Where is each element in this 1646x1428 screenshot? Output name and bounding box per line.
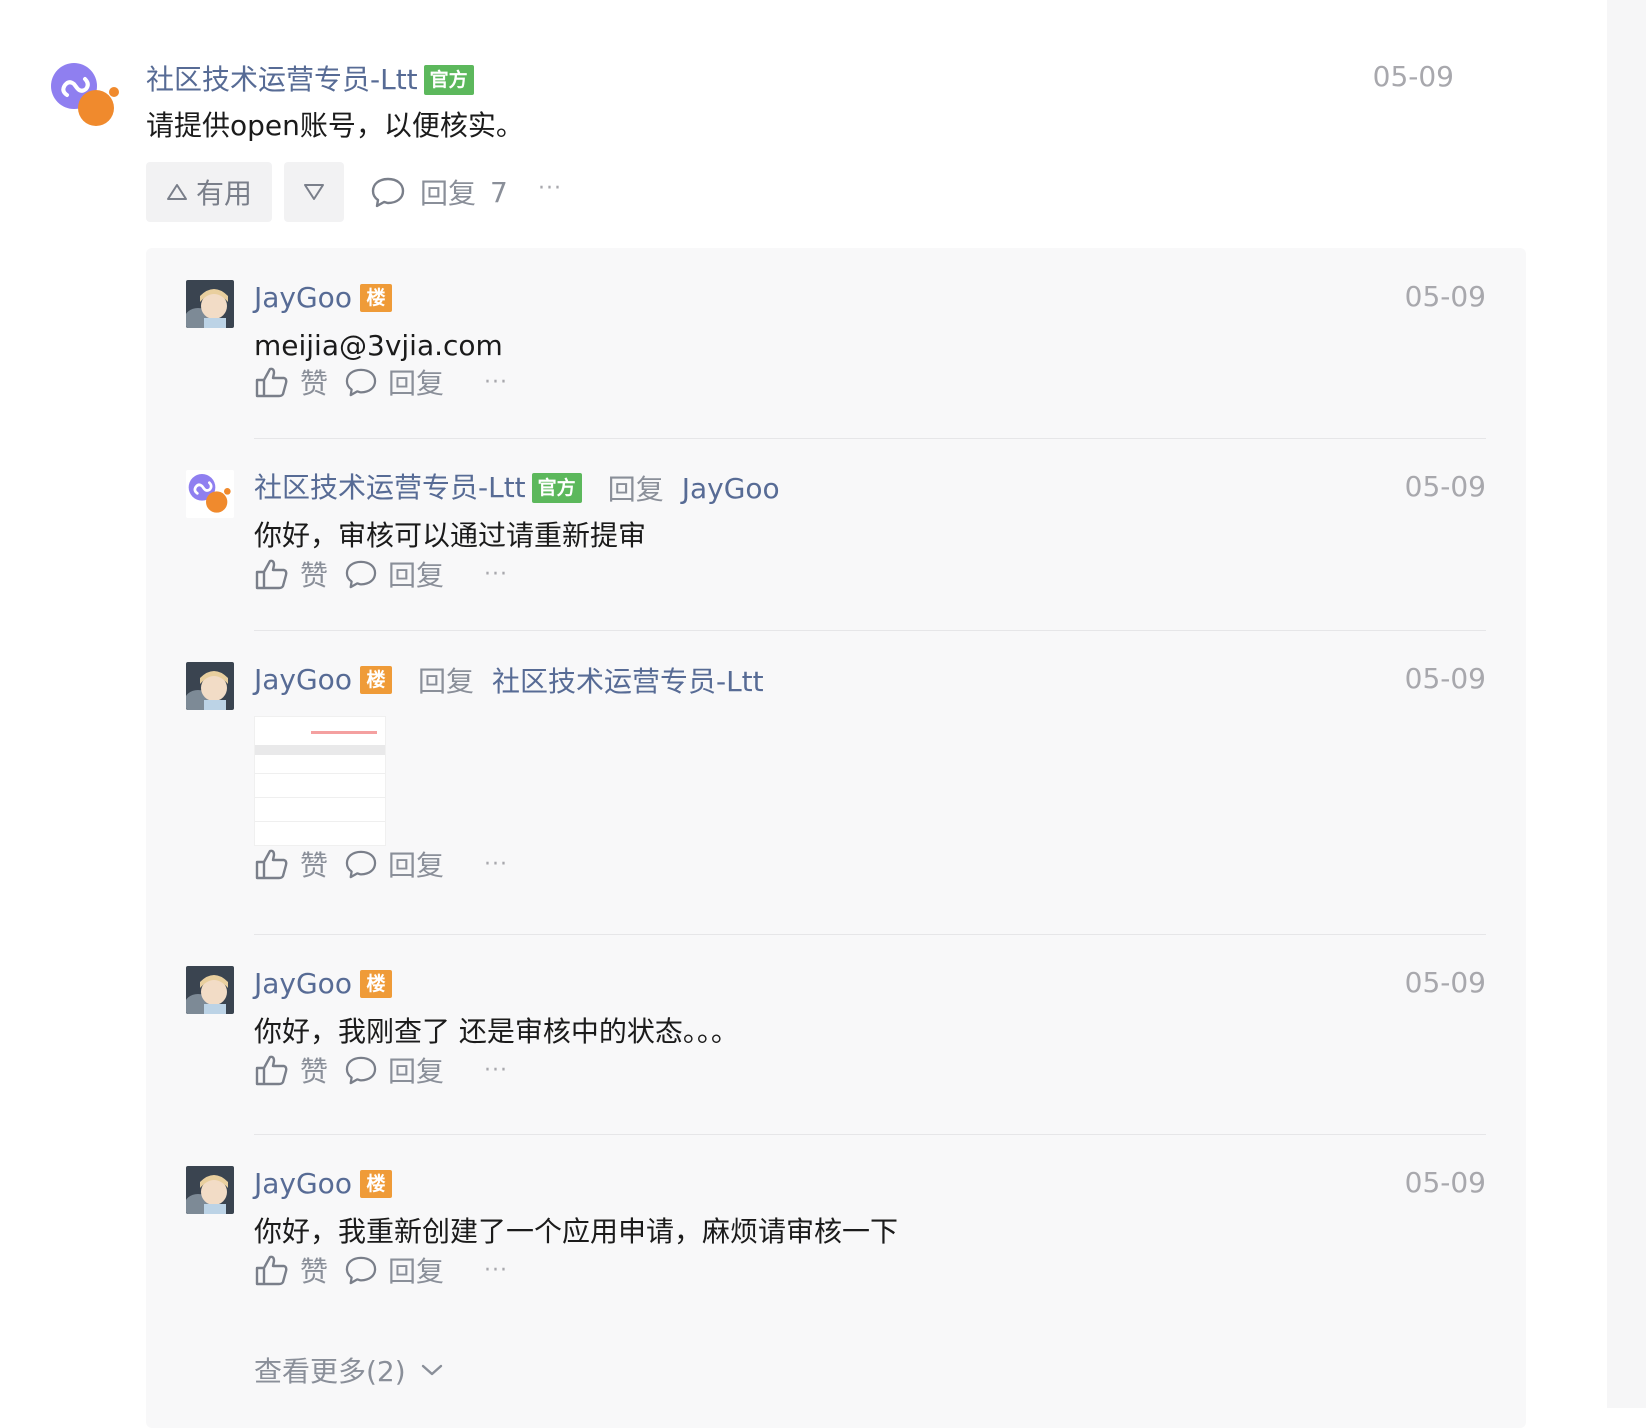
comment-icon	[345, 368, 377, 397]
reply-text: 你好，审核可以通过请重新提审	[254, 519, 647, 552]
reply-label: 回复	[388, 1255, 445, 1288]
reply-text: 你好，我重新创建了一个应用申请，麻烦请审核一下	[254, 1215, 899, 1248]
like-label: 赞	[300, 559, 329, 592]
reply-label: 回复	[388, 367, 445, 400]
divider	[254, 934, 1486, 935]
like-button[interactable]: 赞	[254, 362, 328, 402]
official-avatar[interactable]	[186, 470, 234, 518]
user-avatar[interactable]	[186, 966, 234, 1014]
more-icon[interactable]: ···	[484, 1058, 508, 1083]
divider	[254, 438, 1486, 439]
official-avatar[interactable]	[50, 62, 122, 130]
divider	[254, 630, 1486, 631]
reply-author-row: JayGoo 楼	[254, 278, 392, 318]
author-name[interactable]: JayGoo	[254, 280, 352, 316]
reply-label: 回复	[388, 559, 445, 592]
reply-text: 你好，我刚查了 还是审核中的状态。。。	[254, 1015, 739, 1048]
reply-date: 05-09	[1404, 662, 1486, 695]
floor-badge: 楼	[359, 1170, 392, 1198]
see-more-button[interactable]: 查看更多(2)	[254, 1350, 444, 1390]
comment-date: 05-09	[1372, 60, 1454, 93]
like-label: 赞	[300, 1055, 329, 1088]
screenshot-thumbnail[interactable]	[254, 716, 386, 846]
user-avatar[interactable]	[186, 280, 234, 328]
reply-actions: 赞 回复 ···	[254, 1050, 508, 1090]
reply-count-button[interactable]: 回复 7	[370, 170, 508, 214]
not-useful-button[interactable]	[284, 162, 344, 222]
more-icon[interactable]: ···	[538, 176, 562, 201]
user-avatar[interactable]	[186, 1166, 234, 1214]
reply-author-row: JayGoo 楼 回复 社区技术运营专员-Ltt	[254, 660, 764, 700]
comment-icon	[345, 560, 377, 589]
reply-button[interactable]: 回复	[344, 1250, 444, 1290]
divider	[254, 1134, 1486, 1135]
author-name[interactable]: 社区技术运营专员-Ltt	[254, 470, 526, 506]
reply-button[interactable]: 回复	[344, 1050, 444, 1090]
official-badge: 官方	[531, 473, 582, 503]
more-icon[interactable]: ···	[484, 562, 508, 587]
main-author-row: 社区技术运营专员-Ltt 官方	[146, 62, 474, 98]
comment-icon	[371, 177, 405, 208]
triangle-down-icon	[304, 184, 324, 200]
more-icon[interactable]: ···	[484, 370, 508, 395]
reply-author-row: JayGoo 楼	[254, 964, 392, 1004]
like-button[interactable]: 赞	[254, 844, 328, 884]
author-name[interactable]: 社区技术运营专员-Ltt	[146, 62, 418, 98]
thumbs-up-icon	[255, 849, 288, 880]
reply-actions: 赞 回复 ···	[254, 1250, 508, 1290]
comment-icon	[345, 1056, 377, 1085]
useful-label: 有用	[195, 177, 252, 210]
see-more-label: 查看更多(2)	[254, 1355, 406, 1388]
user-avatar[interactable]	[186, 662, 234, 710]
reply-target[interactable]: 社区技术运营专员-Ltt	[492, 660, 764, 700]
reply-target[interactable]: JayGoo	[682, 472, 780, 505]
thumbs-up-icon	[255, 1255, 288, 1286]
thumbs-up-icon	[255, 1055, 288, 1086]
reply-author-row: 社区技术运营专员-Ltt 官方 回复 JayGoo	[254, 468, 780, 508]
official-badge: 官方	[423, 65, 474, 95]
reply-label: 回复	[420, 177, 477, 210]
comment-icon	[345, 1256, 377, 1285]
floor-badge: 楼	[359, 284, 392, 312]
reply-author-row: JayGoo 楼	[254, 1164, 392, 1204]
reply-word: 回复	[607, 473, 664, 506]
like-label: 赞	[300, 849, 329, 882]
reply-date: 05-09	[1404, 470, 1486, 503]
like-label: 赞	[300, 367, 329, 400]
reply-date: 05-09	[1404, 966, 1486, 999]
reply-label: 回复	[388, 1055, 445, 1088]
reply-actions: 赞 回复 ···	[254, 844, 508, 884]
floor-badge: 楼	[359, 666, 392, 694]
reply-button[interactable]: 回复	[344, 844, 444, 884]
reply-actions: 赞 回复 ···	[254, 362, 508, 402]
floor-badge: 楼	[359, 970, 392, 998]
comment-text: 请提供open账号，以便核实。	[146, 109, 524, 142]
useful-button[interactable]: 有用	[146, 162, 272, 222]
like-button[interactable]: 赞	[254, 554, 328, 594]
reply-button[interactable]: 回复	[344, 362, 444, 402]
author-name[interactable]: JayGoo	[254, 966, 352, 1002]
triangle-up-icon	[166, 184, 187, 200]
more-icon[interactable]: ···	[484, 852, 508, 877]
thumbs-up-icon	[255, 367, 288, 398]
chevron-down-icon	[421, 1364, 442, 1376]
reply-text: meijia@3vjia.com	[254, 329, 503, 362]
replies-panel: JayGoo 楼 05-09 meijia@3vjia.com 赞 回复 ···…	[146, 248, 1526, 1428]
reply-date: 05-09	[1404, 280, 1486, 313]
author-name[interactable]: JayGoo	[254, 662, 352, 698]
reply-word: 回复	[417, 665, 474, 698]
reply-date: 05-09	[1404, 1166, 1486, 1199]
more-icon[interactable]: ···	[484, 1258, 508, 1283]
reply-label: 回复	[388, 849, 445, 882]
right-gutter	[1607, 0, 1646, 1408]
author-name[interactable]: JayGoo	[254, 1166, 352, 1202]
like-button[interactable]: 赞	[254, 1050, 328, 1090]
like-button[interactable]: 赞	[254, 1250, 328, 1290]
thumbs-up-icon	[255, 559, 288, 590]
reply-actions: 赞 回复 ···	[254, 554, 508, 594]
like-label: 赞	[300, 1255, 329, 1288]
reply-count: 7	[490, 175, 508, 209]
comment-icon	[345, 850, 377, 879]
reply-button[interactable]: 回复	[344, 554, 444, 594]
